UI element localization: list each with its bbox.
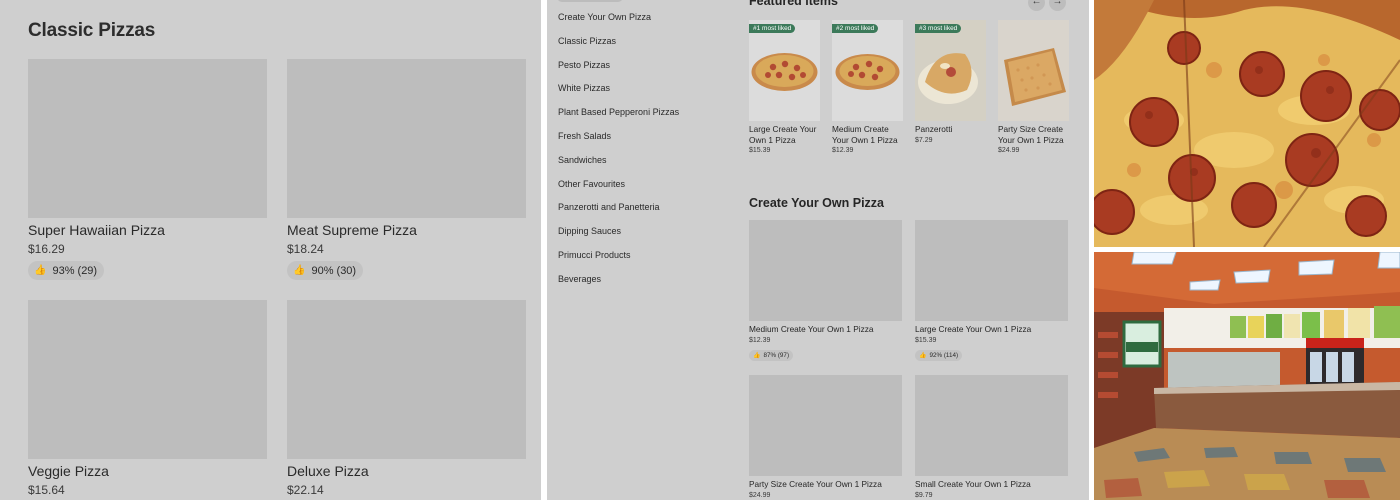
menu-item-card[interactable]: Deluxe Pizza $22.14 xyxy=(287,300,526,497)
menu-panel: Create Your Own Pizza Classic Pizzas Pes… xyxy=(547,0,1089,500)
thumbs-up-icon: 👍 xyxy=(919,353,927,359)
arrow-right-icon: → xyxy=(1052,0,1063,7)
featured-item-card[interactable]: #1 most liked Large Create Your Own 1 Pi… xyxy=(749,20,820,154)
sidebar-item-classic-pizzas[interactable]: Classic Pizzas xyxy=(558,36,679,60)
item-image[interactable] xyxy=(998,20,1069,121)
item-name: Large Create Your Own 1 Pizza xyxy=(749,124,817,145)
sidebar-item-plant-based-pepperoni-pizzas[interactable]: Plant Based Pepperoni Pizzas xyxy=(558,107,679,131)
item-name: Medium Create Your Own 1 Pizza xyxy=(832,124,898,145)
most-liked-badge: #2 most liked xyxy=(832,24,879,33)
party-pizza-image xyxy=(998,20,1069,121)
item-image-placeholder[interactable] xyxy=(749,375,902,476)
menu-item-card[interactable]: Party Size Create Your Own 1 Pizza $24.9… xyxy=(749,375,902,499)
item-price: $7.29 xyxy=(915,136,933,144)
item-image[interactable]: #2 most liked xyxy=(832,20,903,121)
sidebar-item-white-pizzas[interactable]: White Pizzas xyxy=(558,83,679,107)
featured-item-card[interactable]: Party Size Create Your Own 1 Pizza $24.9… xyxy=(998,20,1069,154)
category-sidebar: Create Your Own Pizza Classic Pizzas Pes… xyxy=(558,12,679,298)
rating-badge: 👍 87% (97) xyxy=(749,350,794,361)
menu-item-card[interactable]: Medium Create Your Own 1 Pizza $12.39 👍 … xyxy=(749,220,902,362)
thumbs-up-icon: 👍 xyxy=(34,265,47,276)
item-price: $15.64 xyxy=(28,483,65,497)
item-name: Party Size Create Your Own 1 Pizza xyxy=(998,124,1064,145)
most-liked-badge: #1 most liked xyxy=(749,24,796,33)
section-title: Create Your Own Pizza xyxy=(749,196,884,210)
rating-badge: 👍 93% (29) xyxy=(28,261,105,280)
item-price: $16.29 xyxy=(28,242,65,256)
item-image-placeholder[interactable] xyxy=(287,300,526,459)
most-liked-badge: #3 most liked xyxy=(915,24,962,33)
item-price: $24.99 xyxy=(998,147,1020,154)
menu-item-card[interactable]: Small Create Your Own 1 Pizza $9.79 xyxy=(915,375,1068,499)
item-name: Small Create Your Own 1 Pizza xyxy=(915,479,1031,489)
sidebar-item-panzerotti-and-panetteria[interactable]: Panzerotti and Panetteria xyxy=(558,202,679,226)
item-price: $24.99 xyxy=(749,492,771,499)
item-name: Veggie Pizza xyxy=(28,463,109,479)
menu-item-card[interactable]: Meat Supreme Pizza $18.24 👍 90% (30) xyxy=(287,59,526,280)
item-price: $9.79 xyxy=(915,492,933,499)
carousel-prev-button[interactable]: ← xyxy=(1028,0,1045,11)
item-name: Meat Supreme Pizza xyxy=(287,222,417,238)
sidebar-item-create-your-own-pizza[interactable]: Create Your Own Pizza xyxy=(558,12,679,36)
sidebar-item-sandwiches[interactable]: Sandwiches xyxy=(558,155,679,179)
menu-item-card[interactable]: Large Create Your Own 1 Pizza $15.39 👍 9… xyxy=(915,220,1068,362)
store-interior-image xyxy=(1094,252,1400,500)
item-name: Medium Create Your Own 1 Pizza xyxy=(749,324,874,334)
featured-item-card[interactable]: #3 most liked Panzerotti $7.29 xyxy=(915,20,986,144)
carousel-next-button[interactable]: → xyxy=(1049,0,1066,11)
sidebar-item-fresh-salads[interactable]: Fresh Salads xyxy=(558,131,679,155)
panzerotti-image xyxy=(915,20,986,121)
menu-item-card[interactable]: Super Hawaiian Pizza $16.29 👍 93% (29) xyxy=(28,59,267,280)
rating-badge: 👍 92% (114) xyxy=(915,350,963,361)
sidebar-item-primucci-products[interactable]: Primucci Products xyxy=(558,250,679,274)
rating-text: 87% (97) xyxy=(763,352,790,359)
thumbs-up-icon: 👍 xyxy=(753,353,761,359)
item-name: Deluxe Pizza xyxy=(287,463,369,479)
pizza-closeup-image xyxy=(1094,0,1400,247)
pizza-image xyxy=(749,20,820,121)
rating-badge: 👍 90% (30) xyxy=(287,261,364,280)
item-name: Party Size Create Your Own 1 Pizza xyxy=(749,479,882,489)
rating-text: 93% (29) xyxy=(52,264,98,277)
sidebar-item-pesto-pizzas[interactable]: Pesto Pizzas xyxy=(558,60,679,84)
classic-pizzas-panel: Classic Pizzas Super Hawaiian Pizza $16.… xyxy=(0,0,541,500)
item-name: Super Hawaiian Pizza xyxy=(28,222,165,238)
item-image-placeholder[interactable] xyxy=(28,300,267,459)
rating-text: 90% (30) xyxy=(311,264,357,277)
sidebar-item-other-favourites[interactable]: Other Favourites xyxy=(558,179,679,203)
item-image[interactable]: #1 most liked xyxy=(749,20,820,121)
item-image-placeholder[interactable] xyxy=(28,59,267,218)
sidebar-item-dipping-sauces[interactable]: Dipping Sauces xyxy=(558,226,679,250)
sidebar-pill[interactable] xyxy=(557,0,623,2)
item-image-placeholder[interactable] xyxy=(749,220,902,321)
section-title: Classic Pizzas xyxy=(28,20,156,41)
rating-text: 92% (114) xyxy=(929,352,959,359)
item-price: $18.24 xyxy=(287,242,324,256)
item-image-placeholder[interactable] xyxy=(287,59,526,218)
store-interior-photo xyxy=(1094,252,1400,500)
item-price: $12.39 xyxy=(749,337,771,344)
item-name: Large Create Your Own 1 Pizza xyxy=(915,324,1032,334)
item-image-placeholder[interactable] xyxy=(915,220,1068,321)
item-price: $22.14 xyxy=(287,483,324,497)
item-price: $15.39 xyxy=(749,147,771,154)
item-image-placeholder[interactable] xyxy=(915,375,1068,476)
thumbs-up-icon: 👍 xyxy=(293,265,306,276)
arrow-left-icon: ← xyxy=(1031,0,1042,7)
sidebar-item-beverages[interactable]: Beverages xyxy=(558,274,679,298)
featured-item-card[interactable]: #2 most liked Medium Create Your Own 1 P… xyxy=(832,20,903,154)
item-name: Panzerotti xyxy=(915,124,953,134)
photo-panel xyxy=(1094,0,1400,500)
featured-items-title: Featured items xyxy=(749,0,838,8)
item-image[interactable]: #3 most liked xyxy=(915,20,986,121)
menu-item-card[interactable]: Veggie Pizza $15.64 xyxy=(28,300,267,497)
pepperoni-pizza-photo xyxy=(1094,0,1400,247)
item-price: $15.39 xyxy=(915,337,937,344)
item-price: $12.39 xyxy=(832,147,854,154)
pizza-image xyxy=(832,20,903,121)
